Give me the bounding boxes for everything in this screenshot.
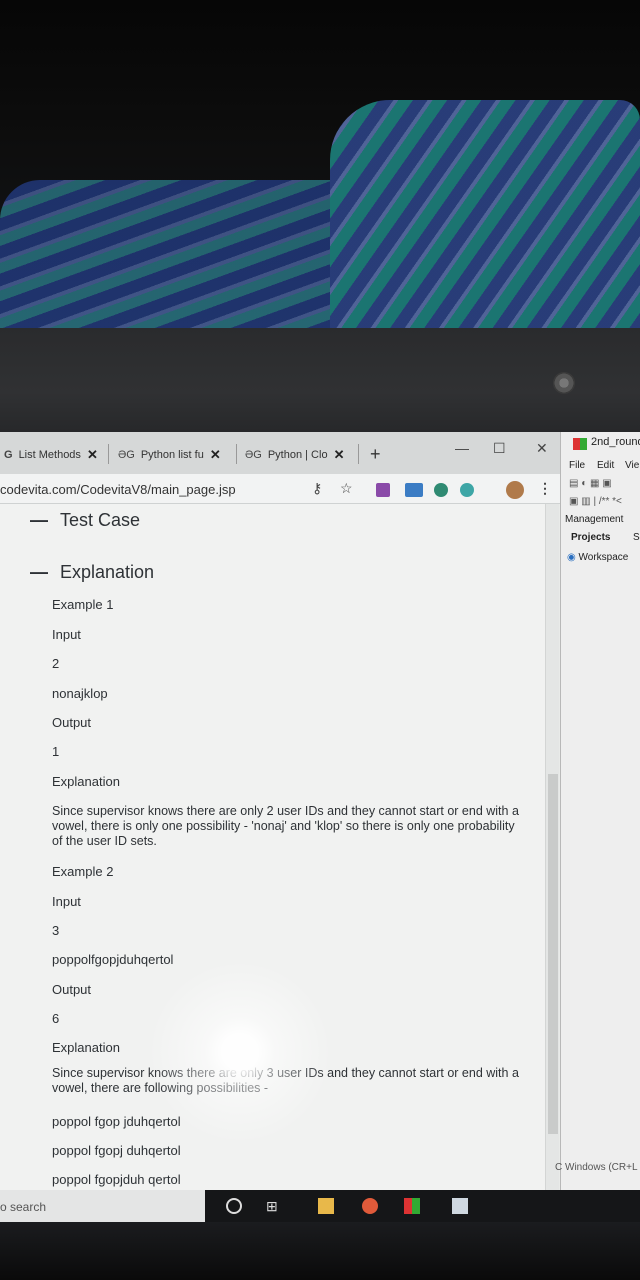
tab-separator xyxy=(236,444,237,464)
tab-bar: G List Methods ✕ ƏG Python list fu ✕ ƏG … xyxy=(0,432,560,474)
example2-input-label: Input xyxy=(52,894,81,909)
extension-icon[interactable] xyxy=(405,483,423,497)
ide-title: 2nd_round xyxy=(591,436,640,448)
collapse-icon: — xyxy=(30,510,48,530)
close-window-icon[interactable]: ✕ xyxy=(536,440,548,457)
codeblocks-logo-icon xyxy=(573,438,587,450)
test-case-heading: Test Case xyxy=(60,510,141,530)
close-icon[interactable]: ✕ xyxy=(334,447,345,463)
toolbar-icons[interactable]: ▤ ◐ ▦ ▣ xyxy=(569,478,612,489)
toolbar-icons[interactable]: ▣ ▥ | /** *< xyxy=(569,496,622,507)
close-icon[interactable]: ✕ xyxy=(87,447,98,463)
tab-separator xyxy=(108,444,109,464)
app-icon[interactable] xyxy=(452,1198,468,1214)
tab-list-methods[interactable]: G List Methods ✕ xyxy=(4,440,98,470)
tab-label: List Methods xyxy=(18,449,81,461)
example2-input-n: 3 xyxy=(52,923,60,938)
example1-input-n: 2 xyxy=(52,656,60,671)
ide-status: C Windows (CR+L xyxy=(555,1162,638,1173)
example1-output-label: Output xyxy=(52,715,92,730)
tab-python-list[interactable]: ƏG Python list fu ✕ xyxy=(118,440,221,470)
example1-input-s: nonajklop xyxy=(52,686,108,701)
example1-explanation-label: Explanation xyxy=(52,774,120,789)
menu-file[interactable]: File xyxy=(569,460,585,471)
windows-taskbar: o search ⊞ xyxy=(0,1190,640,1222)
cortana-icon[interactable] xyxy=(226,1198,242,1214)
tab-separator xyxy=(358,444,359,464)
example1-explanation-text: Since supervisor knows there are only 2 … xyxy=(52,804,519,848)
taskbar-search[interactable]: o search xyxy=(0,1190,205,1222)
extension-icon[interactable] xyxy=(460,483,474,497)
avatar[interactable] xyxy=(506,481,524,499)
page-scrollbar[interactable] xyxy=(545,504,559,1194)
workspace-label: Workspace xyxy=(578,552,629,563)
example2-explanation-label: Explanation xyxy=(52,1040,120,1055)
scrollbar-thumb[interactable] xyxy=(548,774,558,1134)
example2-input-s: poppolfgopjduhqertol xyxy=(52,952,174,967)
possibility-item: poppol fgopj duhqertol xyxy=(52,1143,181,1158)
ide-window: 2nd_round File Edit Vie ▤ ◐ ▦ ▣ ▣ ▥ | /*… xyxy=(555,432,640,1222)
task-view-icon[interactable]: ⊞ xyxy=(266,1198,282,1214)
codeblocks-icon[interactable] xyxy=(404,1198,420,1214)
extension-icon[interactable] xyxy=(376,483,390,497)
tab-symbols[interactable]: S xyxy=(633,532,640,543)
minimize-icon[interactable]: — xyxy=(455,440,469,456)
key-icon[interactable]: ⚷ xyxy=(312,480,322,497)
tab-projects[interactable]: Projects xyxy=(571,532,610,543)
search-input[interactable]: o search xyxy=(0,1200,46,1214)
possibility-item: poppol fgopjduh qertol xyxy=(52,1172,181,1187)
possibility-item: poppol fgop jduhqertol xyxy=(52,1114,181,1129)
fabric-right xyxy=(330,100,640,340)
laptop-bottom-frame xyxy=(0,1222,640,1280)
tab-label: Python | Clo xyxy=(267,449,328,461)
webcam xyxy=(553,372,575,394)
menu-view[interactable]: Vie xyxy=(625,460,639,471)
tab-python-clone[interactable]: ƏG Python | Clo ✕ xyxy=(245,440,344,470)
close-icon[interactable]: ✕ xyxy=(210,447,221,463)
new-tab-button[interactable]: + xyxy=(370,444,381,465)
example1-title: Example 1 xyxy=(52,597,114,612)
address-bar: codevita.com/CodevitaV8/main_page.jsp ⚷ … xyxy=(0,474,560,504)
collapse-icon: — xyxy=(30,562,48,582)
site-icon: ƏG xyxy=(118,449,135,461)
workspace-icon: ◉ xyxy=(567,552,576,563)
test-case-toggle[interactable]: — Test Case xyxy=(30,510,140,531)
site-icon: ƏG xyxy=(245,449,262,461)
workspace-item[interactable]: ◉ Workspace xyxy=(567,552,628,563)
tab-label: Python list fu xyxy=(140,449,204,461)
light-glare xyxy=(140,952,340,1152)
management-label: Management xyxy=(565,514,624,525)
extension-icon[interactable] xyxy=(434,483,448,497)
example2-output-value: 6 xyxy=(52,1011,60,1026)
file-explorer-icon[interactable] xyxy=(318,1198,334,1214)
url-field[interactable]: codevita.com/CodevitaV8/main_page.jsp xyxy=(0,482,236,497)
example1-input-label: Input xyxy=(52,627,81,642)
explanation-toggle[interactable]: — Explanation xyxy=(30,562,154,583)
google-icon: G xyxy=(4,449,13,461)
example2-output-label: Output xyxy=(52,982,92,997)
explanation-heading: Explanation xyxy=(60,562,155,582)
maximize-icon[interactable]: ☐ xyxy=(493,440,506,457)
bookmark-star-icon[interactable]: ☆ xyxy=(340,480,353,497)
chrome-icon[interactable] xyxy=(362,1198,378,1214)
menu-icon[interactable]: ⋮ xyxy=(538,480,552,497)
menu-edit[interactable]: Edit xyxy=(597,460,614,471)
laptop-screen: G List Methods ✕ ƏG Python list fu ✕ ƏG … xyxy=(0,432,640,1222)
example1-output-value: 1 xyxy=(52,744,60,759)
example2-title: Example 2 xyxy=(52,864,114,879)
laptop-bezel xyxy=(0,328,640,436)
